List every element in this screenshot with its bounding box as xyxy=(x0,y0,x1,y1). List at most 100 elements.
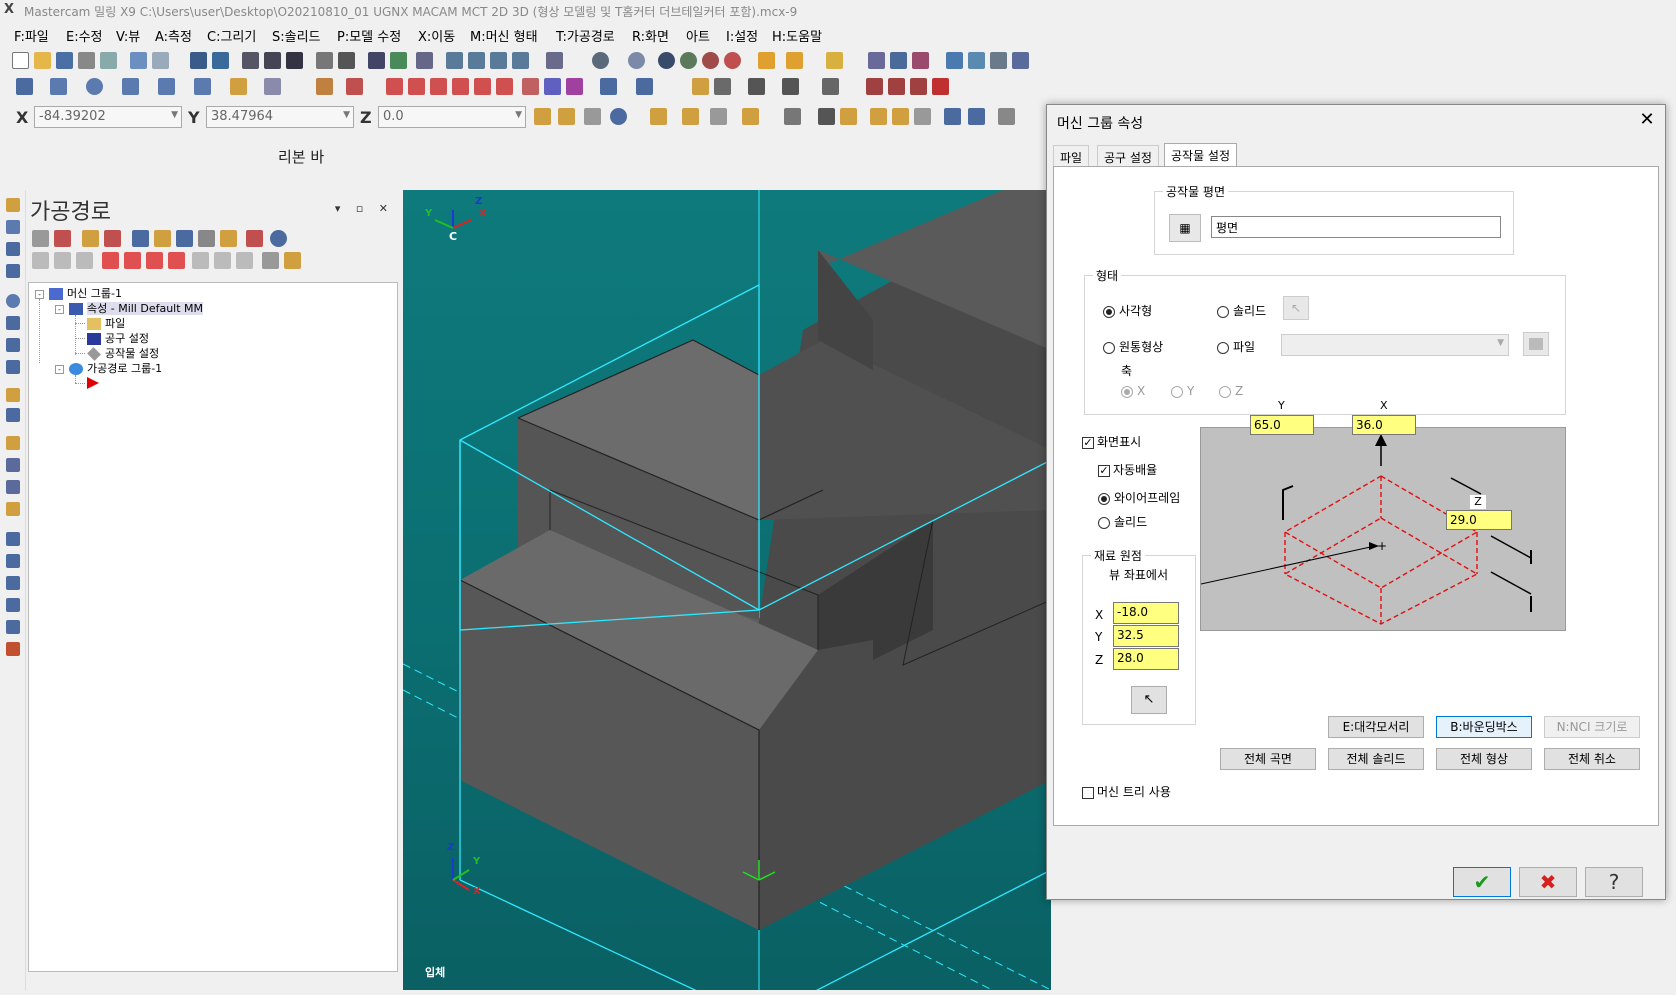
analyze-icon[interactable] xyxy=(868,52,885,69)
line-icon[interactable] xyxy=(50,78,67,95)
regen-dirty-icon[interactable] xyxy=(104,230,121,247)
menu-art[interactable]: 아트 xyxy=(686,26,710,45)
point-icon[interactable] xyxy=(16,78,33,95)
strip-icon-10[interactable] xyxy=(6,408,20,422)
redo-icon[interactable] xyxy=(152,52,169,69)
strip-icon-19[interactable] xyxy=(6,620,20,634)
solid-icon[interactable] xyxy=(264,78,281,95)
highspeed-icon[interactable] xyxy=(220,230,237,247)
select-refresh-icon[interactable] xyxy=(710,108,727,125)
measure-distance-icon[interactable] xyxy=(786,52,803,69)
tree-machine-group[interactable]: 머신 그룹-1 xyxy=(49,285,122,301)
menu-model-prep[interactable]: P:모델 수정 xyxy=(337,26,401,45)
delete-icon[interactable] xyxy=(346,78,363,95)
help-circle-icon[interactable] xyxy=(610,108,627,125)
menu-toolpaths[interactable]: T:가공경로 xyxy=(556,26,615,45)
align-icon[interactable] xyxy=(600,78,617,95)
group-icon[interactable] xyxy=(636,78,653,95)
lock-icon[interactable] xyxy=(32,252,49,269)
shape-rectangular-radio[interactable]: 사각형 xyxy=(1103,302,1152,319)
dimension-icon[interactable] xyxy=(748,78,765,95)
menu-settings[interactable]: I:설정 xyxy=(726,26,758,45)
toggle-post-icon[interactable] xyxy=(76,252,93,269)
menu-create[interactable]: C:그리기 xyxy=(207,26,256,45)
zoom-window-icon[interactable] xyxy=(212,52,229,69)
chevron-down-icon[interactable]: ▼ xyxy=(171,110,178,120)
open-file-icon[interactable] xyxy=(34,52,51,69)
tree-stock-setup[interactable]: 공작물 설정 xyxy=(87,345,159,361)
select-all-ops-icon[interactable] xyxy=(32,230,49,247)
print-preview-icon[interactable] xyxy=(100,52,117,69)
right-view-icon[interactable] xyxy=(490,52,507,69)
expand-toggle[interactable]: - xyxy=(55,365,64,374)
strip-icon-12[interactable] xyxy=(6,458,20,472)
close-icon[interactable]: ✕ xyxy=(1635,109,1659,133)
menu-xform[interactable]: X:이동 xyxy=(418,26,455,45)
strip-icon-4[interactable] xyxy=(6,264,20,278)
rectangle-icon[interactable] xyxy=(122,78,139,95)
menu-machine-type[interactable]: M:머신 형태 xyxy=(470,26,538,45)
check-icon[interactable] xyxy=(890,52,907,69)
view-menu-icon[interactable] xyxy=(546,52,563,69)
circle-icon[interactable] xyxy=(86,78,103,95)
preview-y-input[interactable]: 65.0 xyxy=(1250,415,1314,435)
cancel-button[interactable]: ✖ xyxy=(1519,867,1577,897)
regen-selected-icon[interactable] xyxy=(82,230,99,247)
wireframe-sphere-icon[interactable] xyxy=(592,52,609,69)
solid-edge-icon[interactable] xyxy=(892,108,909,125)
nci-extents-button[interactable]: N:NCI 크기로 xyxy=(1544,716,1640,738)
select-solid-icon[interactable] xyxy=(840,108,857,125)
front-view-icon[interactable] xyxy=(468,52,485,69)
zoom-target-icon[interactable] xyxy=(264,52,281,69)
tab-files[interactable]: 파일 xyxy=(1053,145,1090,167)
menu-help[interactable]: H:도움말 xyxy=(772,26,822,45)
sum-icon[interactable] xyxy=(990,52,1007,69)
hatch-icon[interactable] xyxy=(714,78,731,95)
new-file-icon[interactable] xyxy=(12,52,29,69)
menu-file[interactable]: F:파일 xyxy=(14,26,49,45)
save-icon[interactable] xyxy=(56,52,73,69)
section-icon[interactable] xyxy=(702,52,719,69)
trim-icon[interactable] xyxy=(316,78,333,95)
strip-icon-16[interactable] xyxy=(6,554,20,568)
dimension-vertical-icon[interactable] xyxy=(782,78,799,95)
use-machine-tree-checkbox[interactable]: 머신 트리 사용 xyxy=(1082,783,1171,800)
graphics-viewport[interactable]: Z X Y C Z Y X 입체 xyxy=(403,190,1051,990)
select-back-icon[interactable] xyxy=(968,108,985,125)
shaded-sphere-icon[interactable] xyxy=(628,52,645,69)
select-all-icon[interactable] xyxy=(650,108,667,125)
toolpath-settings-icon[interactable] xyxy=(262,252,279,269)
xform-rotate-icon[interactable] xyxy=(408,78,425,95)
strip-icon-18[interactable] xyxy=(6,598,20,612)
strip-icon-1[interactable] xyxy=(6,198,20,212)
strip-icon-7[interactable] xyxy=(6,338,20,352)
strip-icon-15[interactable] xyxy=(6,532,20,546)
iso-view-icon[interactable] xyxy=(512,52,529,69)
grid-icon[interactable] xyxy=(822,78,839,95)
browse-file-button[interactable] xyxy=(1523,332,1549,356)
menu-edit[interactable]: E:수정 xyxy=(66,26,103,45)
select-dirty-ops-icon[interactable] xyxy=(54,230,71,247)
tab-tool-settings[interactable]: 공구 설정 xyxy=(1097,145,1159,167)
menu-view[interactable]: V:뷰 xyxy=(116,26,140,45)
preview-z-input[interactable]: 29.0 xyxy=(1446,510,1512,530)
strip-icon-17[interactable] xyxy=(6,576,20,590)
post-icon[interactable] xyxy=(910,78,927,95)
fast-point-icon[interactable] xyxy=(534,108,551,125)
intersect-icon[interactable] xyxy=(584,108,601,125)
backplot-ops-icon[interactable] xyxy=(132,230,149,247)
select-origin-button[interactable]: ↖ xyxy=(1131,686,1167,714)
fit-icon[interactable] xyxy=(190,52,207,69)
panel-controls[interactable]: ▾ ▫ ✕ xyxy=(335,202,394,215)
spline-icon[interactable] xyxy=(194,78,211,95)
preview-x-input[interactable]: 36.0 xyxy=(1352,415,1416,435)
diagonal-corners-button[interactable]: E:대각모서리 xyxy=(1328,716,1424,738)
single-display-icon[interactable] xyxy=(236,252,253,269)
g1-post-icon[interactable] xyxy=(198,230,215,247)
strip-icon-6[interactable] xyxy=(6,316,20,330)
settings-icon[interactable] xyxy=(946,52,963,69)
select-level-icon[interactable] xyxy=(998,108,1015,125)
expand-toggle[interactable]: - xyxy=(55,305,64,314)
shape-cylindrical-radio[interactable]: 원통형상 xyxy=(1103,338,1163,355)
strip-icon-8[interactable] xyxy=(6,360,20,374)
